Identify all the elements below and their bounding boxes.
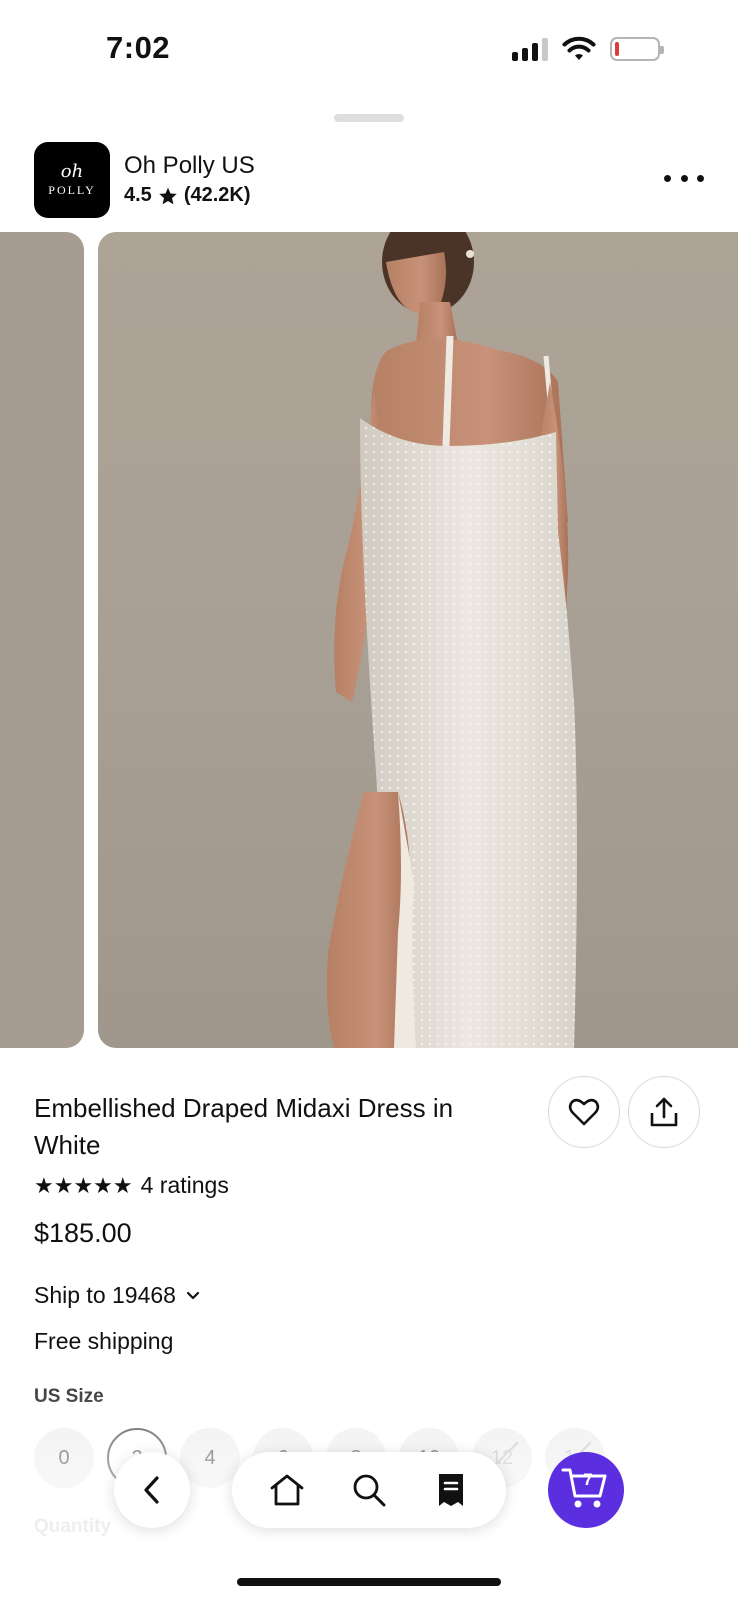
- dot-icon: [664, 174, 671, 182]
- search-icon: [353, 1474, 386, 1507]
- share-button[interactable]: [628, 1076, 700, 1148]
- status-icons: [512, 36, 664, 62]
- star-icon: [159, 187, 177, 204]
- shop-header: oh POLLY Oh Polly US 4.5 (42.2K): [34, 142, 704, 218]
- back-icon: [144, 1476, 159, 1504]
- quantity-label: Quantity: [34, 1516, 112, 1537]
- receipt-icon: [439, 1474, 463, 1506]
- favorite-button[interactable]: [548, 1076, 620, 1148]
- shop-logo-caps: POLLY: [48, 182, 96, 197]
- cart-button[interactable]: 7: [548, 1452, 624, 1528]
- product-title: Embellished Draped Midaxi Dress in White: [34, 1093, 454, 1160]
- cart-count-badge: 7: [583, 1470, 593, 1489]
- cellular-signal-icon: [512, 37, 548, 61]
- size-label: US Size: [34, 1386, 104, 1407]
- product-rating[interactable]: ★★★★★ 4 ratings: [34, 1172, 229, 1199]
- chevron-down-icon: [186, 1291, 200, 1299]
- status-time: 7:02: [106, 30, 171, 65]
- shop-logo[interactable]: oh POLLY: [34, 142, 110, 218]
- ship-to-selector[interactable]: Ship to 19468: [34, 1282, 200, 1309]
- share-icon: [650, 1097, 678, 1127]
- size-option[interactable]: 4: [180, 1428, 240, 1488]
- home-icon: [270, 1474, 304, 1506]
- sheet-grabber[interactable]: [334, 114, 404, 122]
- search-button[interactable]: [339, 1460, 399, 1520]
- shipping-info: Free shipping: [34, 1328, 174, 1354]
- size-option[interactable]: 0: [34, 1428, 94, 1488]
- gallery-previous-image[interactable]: [0, 232, 84, 1048]
- back-button[interactable]: [114, 1452, 190, 1528]
- ratings-count: 4 ratings: [140, 1172, 229, 1198]
- shop-rating-value: 4.5: [124, 184, 152, 206]
- wifi-icon: [562, 36, 596, 60]
- shop-rating-count: (42.2K): [183, 184, 251, 206]
- product-image[interactable]: [98, 232, 738, 1048]
- bottom-nav-bar: [232, 1452, 506, 1528]
- shop-name[interactable]: Oh Polly US: [124, 152, 255, 180]
- dot-icon: [680, 174, 688, 182]
- status-bar: 7:02: [0, 0, 738, 100]
- battery-low-icon: [610, 37, 664, 61]
- dot-icon: [697, 174, 704, 182]
- shop-logo-script: oh: [60, 160, 84, 182]
- product-photo: [326, 232, 577, 1048]
- shop-rating: 4.5 (42.2K): [124, 184, 251, 207]
- home-indicator: [237, 1578, 501, 1586]
- product-price: $185.00: [34, 1218, 132, 1248]
- purchases-button[interactable]: [421, 1460, 481, 1520]
- home-button[interactable]: [257, 1460, 317, 1520]
- more-options-button[interactable]: [664, 168, 704, 188]
- product-gallery[interactable]: [0, 232, 738, 1048]
- ship-to-label: Ship to 19468: [34, 1282, 176, 1308]
- heart-icon: [568, 1098, 600, 1126]
- star-rating-icon: ★★★★★: [34, 1172, 133, 1198]
